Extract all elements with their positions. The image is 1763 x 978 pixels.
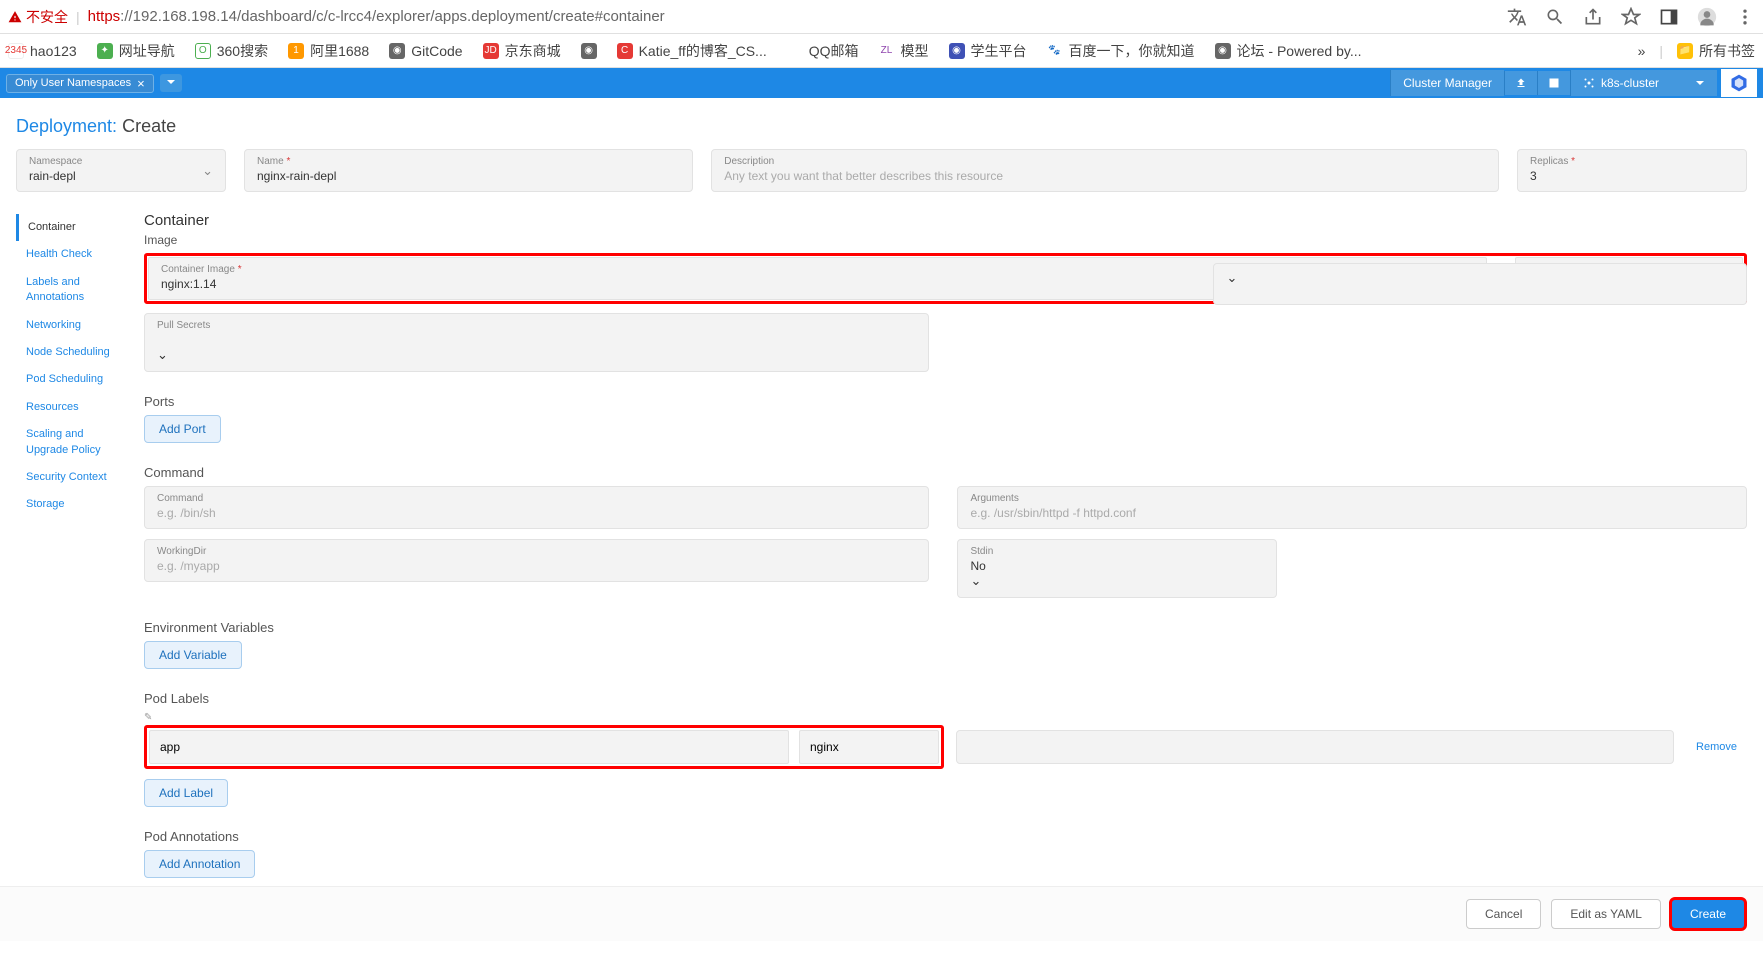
bookmark-item[interactable]: ◉学生平台 xyxy=(949,41,1027,61)
pull-secrets-select[interactable]: Pull Secrets ⌄ xyxy=(144,313,929,372)
image-subtitle: Image xyxy=(144,233,1747,247)
workingdir-input[interactable]: WorkingDir e.g. /myapp xyxy=(144,539,929,582)
sidebar-item-resources[interactable]: Resources xyxy=(16,394,134,421)
replicas-input[interactable]: Replicas * 3 xyxy=(1517,149,1747,192)
env-section: Environment Variables Add Variable xyxy=(144,620,1747,669)
cluster-selector[interactable]: k8s-cluster xyxy=(1570,70,1717,96)
ports-section: Ports Add Port xyxy=(144,394,1747,443)
app-header: Only User Namespaces × Cluster Manager k… xyxy=(0,68,1763,98)
bookmark-item[interactable]: JD京东商城 xyxy=(483,41,561,61)
url-display[interactable]: https://192.168.198.14/dashboard/c/c-lrc… xyxy=(88,8,665,25)
bookmark-item[interactable]: 1阿里1688 xyxy=(288,41,369,61)
bookmarks-bar: 2345hao123 ✦网址导航 O360搜索 1阿里1688 ◉GitCode… xyxy=(0,34,1763,68)
terminal-icon xyxy=(1548,77,1560,89)
add-port-button[interactable]: Add Port xyxy=(144,415,221,443)
bookmark-item[interactable]: 2345hao123 xyxy=(8,43,77,59)
arguments-input[interactable]: Arguments e.g. /usr/sbin/httpd -f httpd.… xyxy=(957,486,1747,529)
sidebar-item-health-check[interactable]: Health Check xyxy=(16,241,134,268)
browser-address-bar: 不安全 | https://192.168.198.14/dashboard/c… xyxy=(0,0,1763,34)
bookmark-item[interactable]: ✦网址导航 xyxy=(97,41,175,61)
command-input[interactable]: Command e.g. /bin/sh xyxy=(144,486,929,529)
pod-labels-section: Pod Labels ✎ Remove Add Label xyxy=(144,691,1747,807)
all-bookmarks[interactable]: 📁所有书签 xyxy=(1677,41,1755,61)
upload-button[interactable] xyxy=(1504,71,1537,95)
add-label-button[interactable]: Add Label xyxy=(144,779,228,807)
namespace-select[interactable]: Namespace rain-depl ⌄ xyxy=(16,149,226,192)
translate-icon[interactable] xyxy=(1507,7,1527,27)
bookmarks-overflow[interactable]: » xyxy=(1638,43,1646,59)
top-fields-row: Namespace rain-depl ⌄ Name * nginx-rain-… xyxy=(0,149,1763,212)
namespace-dropdown[interactable] xyxy=(160,74,182,92)
chevron-down-icon xyxy=(166,77,176,87)
star-icon[interactable] xyxy=(1621,7,1641,27)
page-title: Deployment: Create xyxy=(0,98,1763,149)
zoom-icon[interactable] xyxy=(1545,7,1565,27)
cluster-manager-button[interactable]: Cluster Manager xyxy=(1390,70,1504,96)
bookmark-item[interactable]: O360搜索 xyxy=(195,41,268,61)
add-annotation-button[interactable]: Add Annotation xyxy=(144,850,255,878)
chevron-down-icon: ⌄ xyxy=(970,573,981,588)
name-input[interactable]: Name * nginx-rain-depl xyxy=(244,149,693,192)
sidepanel-icon[interactable] xyxy=(1659,7,1679,27)
url-path: ://192.168.198.14/dashboard/c/c-lrcc4/ex… xyxy=(120,8,665,25)
description-input[interactable]: Description Any text you want that bette… xyxy=(711,149,1499,192)
create-button[interactable]: Create xyxy=(1671,899,1745,929)
remove-label-link[interactable]: Remove xyxy=(1686,741,1747,753)
pod-label-value-input[interactable] xyxy=(799,730,939,764)
sidebar-item-labels-annotations[interactable]: Labels and Annotations xyxy=(16,269,134,312)
shell-button[interactable] xyxy=(1537,71,1570,95)
warning-icon xyxy=(8,10,22,24)
namespace-filter-chip[interactable]: Only User Namespaces × xyxy=(6,74,154,93)
pod-label-extra xyxy=(956,730,1674,764)
chevron-down-icon xyxy=(1695,78,1705,88)
insecure-badge: 不安全 xyxy=(8,7,68,27)
sidebar-item-storage[interactable]: Storage xyxy=(16,491,134,518)
pod-label-key-input[interactable] xyxy=(149,730,789,764)
bookmark-item[interactable]: ◉论坛 - Powered by... xyxy=(1215,41,1362,61)
sidebar-item-networking[interactable]: Networking xyxy=(16,312,134,339)
pod-annotations-section: Pod Annotations Add Annotation xyxy=(144,829,1747,878)
profile-icon[interactable] xyxy=(1697,7,1717,27)
menu-icon[interactable] xyxy=(1735,7,1755,27)
section-title: Container xyxy=(144,212,1747,229)
sidebar-item-node-scheduling[interactable]: Node Scheduling xyxy=(16,339,134,366)
pull-policy-select-overflow[interactable]: ⌄ xyxy=(1213,263,1747,305)
sidebar-item-security-context[interactable]: Security Context xyxy=(16,464,134,491)
chevron-down-icon: ⌄ xyxy=(157,347,168,362)
chevron-down-icon: ⌄ xyxy=(202,163,213,179)
add-variable-button[interactable]: Add Variable xyxy=(144,641,242,669)
sidebar-item-container[interactable]: Container xyxy=(16,214,134,241)
sidebar: Container Health Check Labels and Annota… xyxy=(16,212,134,978)
cluster-icon xyxy=(1583,77,1595,89)
sidebar-item-pod-scheduling[interactable]: Pod Scheduling xyxy=(16,366,134,393)
edit-yaml-button[interactable]: Edit as YAML xyxy=(1551,899,1661,929)
bookmark-item[interactable]: ✉QQ邮箱 xyxy=(787,41,859,61)
upload-icon xyxy=(1515,77,1527,89)
stdin-select[interactable]: Stdin No ⌄ xyxy=(957,539,1277,598)
bookmark-item[interactable]: ZL模型 xyxy=(879,41,929,61)
bookmark-item[interactable]: CKatie_ff的博客_CS... xyxy=(617,41,767,61)
pod-label-highlight xyxy=(144,725,944,769)
container-section: Container Image Container Image * nginx:… xyxy=(144,212,1747,372)
bookmark-item[interactable]: ◉ xyxy=(581,43,597,59)
share-icon[interactable] xyxy=(1583,7,1603,27)
cancel-button[interactable]: Cancel xyxy=(1466,899,1541,929)
bookmark-item[interactable]: ◉GitCode xyxy=(389,43,462,59)
sidebar-item-scaling-upgrade[interactable]: Scaling and Upgrade Policy xyxy=(16,421,134,464)
chevron-down-icon: ⌄ xyxy=(1226,270,1237,285)
kubernetes-icon[interactable] xyxy=(1721,69,1757,97)
footer-actions: Cancel Edit as YAML Create xyxy=(0,886,1763,941)
chip-close-icon[interactable]: × xyxy=(137,76,145,91)
bookmark-item[interactable]: 🐾百度一下，你就知道 xyxy=(1047,41,1195,61)
command-section: Command Command e.g. /bin/sh Arguments e… xyxy=(144,465,1747,598)
